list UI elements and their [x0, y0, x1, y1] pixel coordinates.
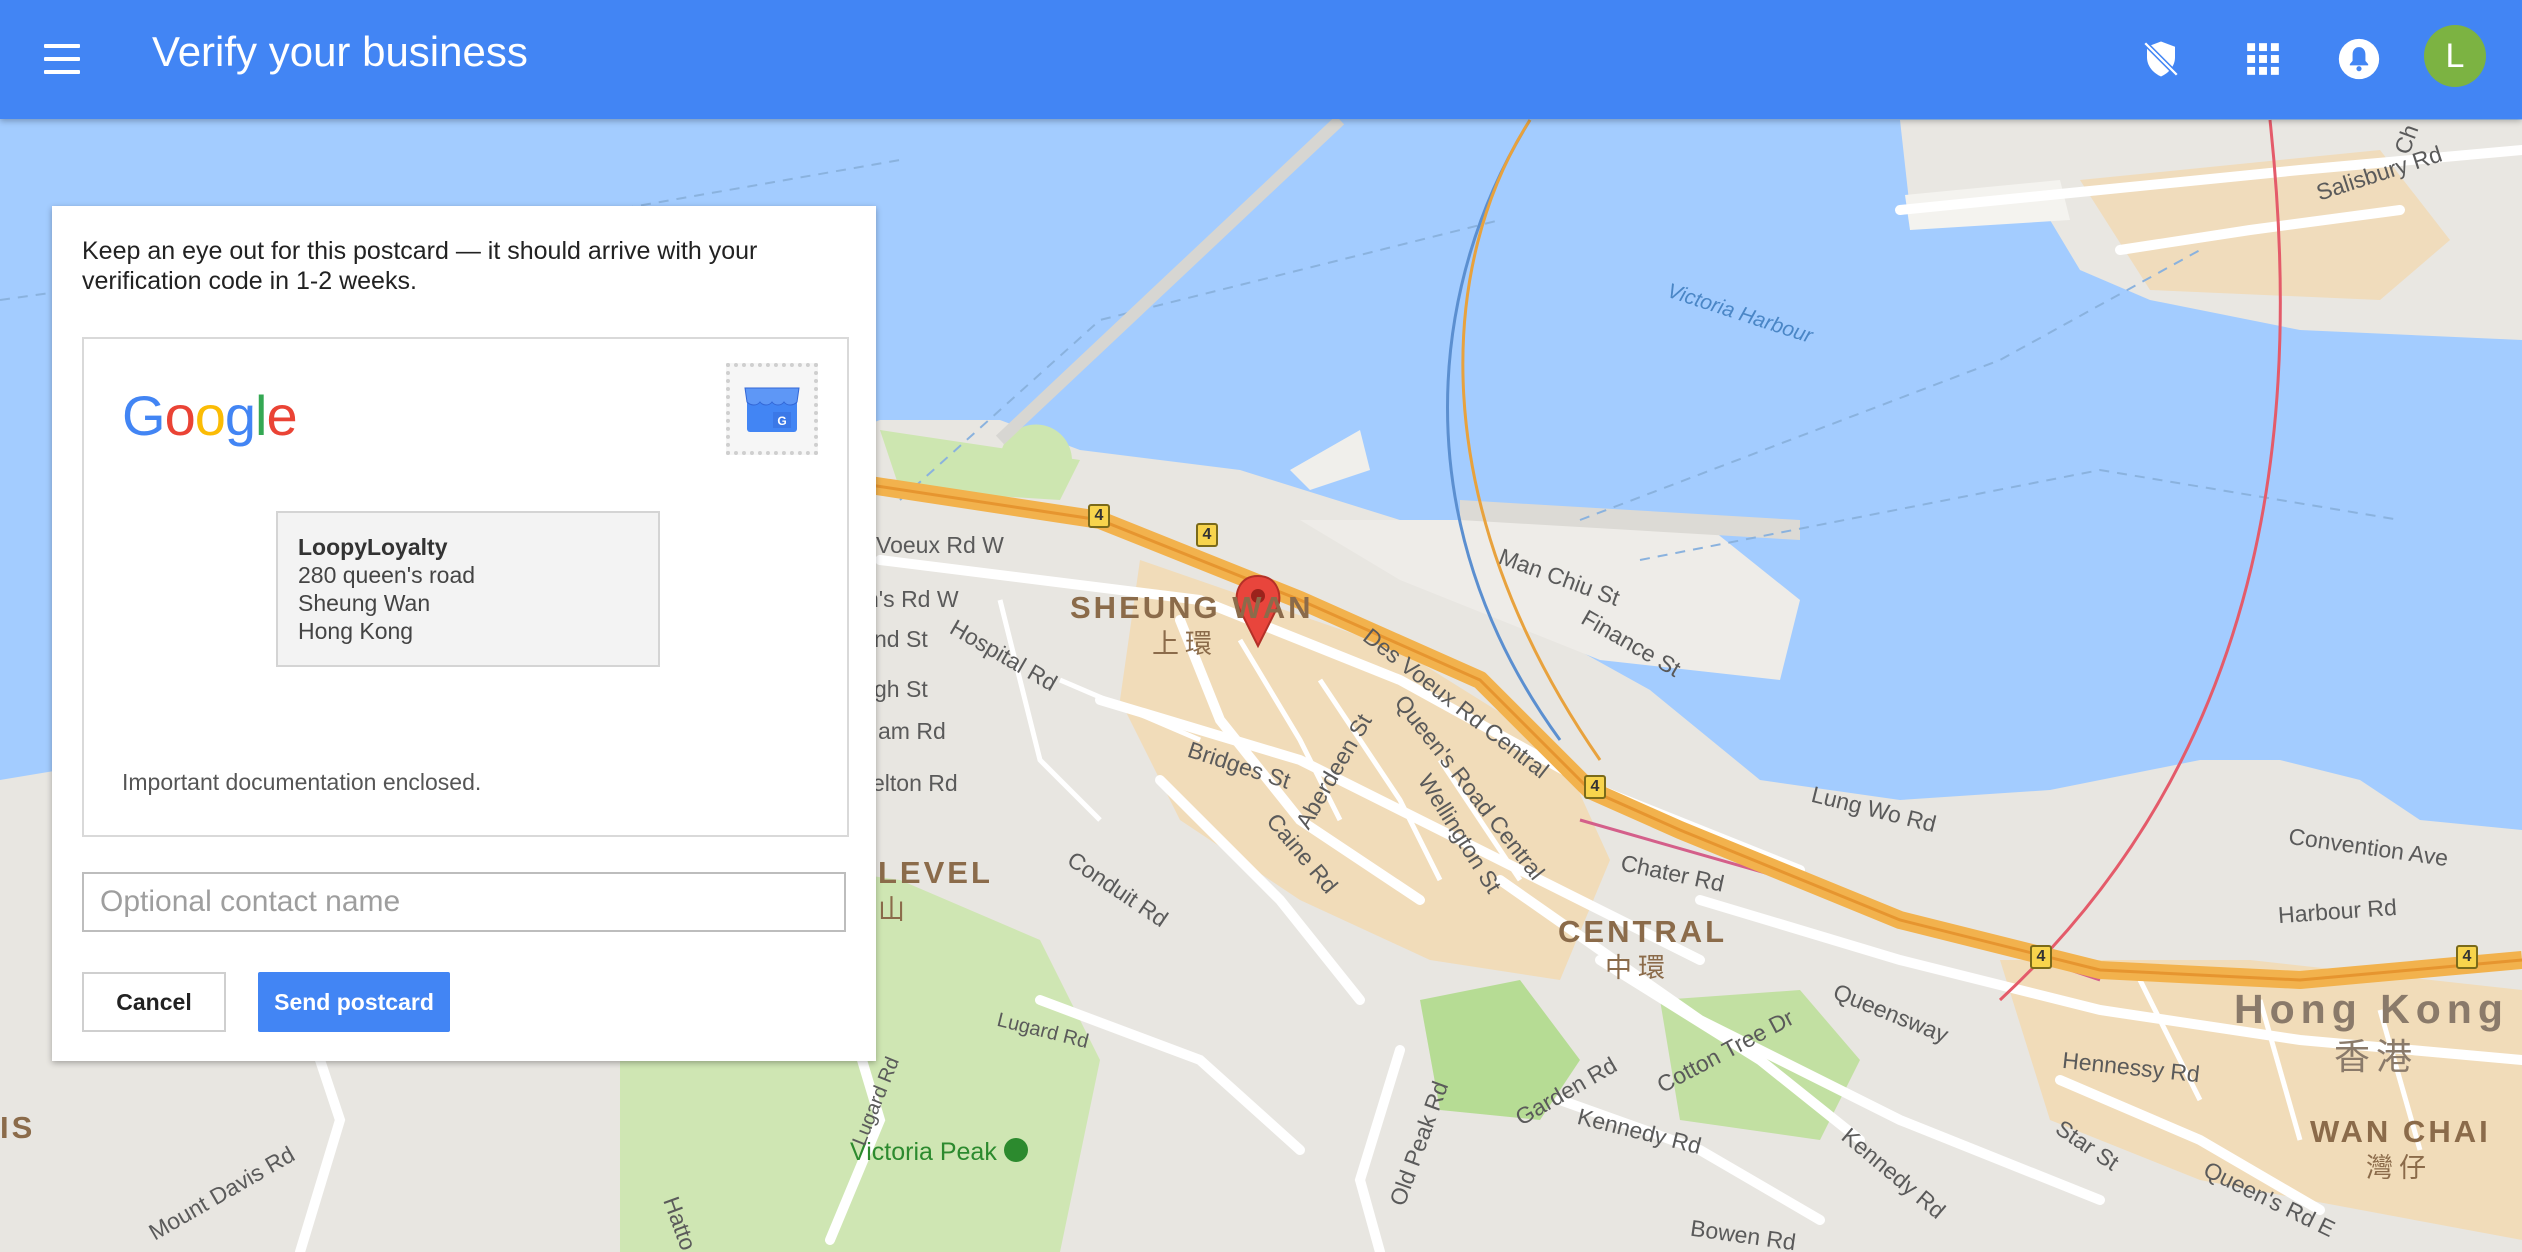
contact-name-input[interactable]	[82, 872, 846, 932]
business-name: LoopyLoyalty	[298, 534, 448, 560]
shield-off-icon[interactable]	[2132, 30, 2190, 88]
svg-text:G: G	[777, 414, 786, 428]
district-label-central: CENTRAL	[1558, 914, 1728, 949]
district-label-fragment: IS	[0, 1110, 36, 1145]
address-line: Sheung Wan	[298, 590, 431, 616]
highway-shield: 4	[1196, 523, 1218, 547]
menu-icon[interactable]	[38, 36, 86, 84]
highway-shield: 4	[1584, 775, 1606, 799]
notifications-bell-icon[interactable]	[2330, 30, 2388, 88]
app-bar: Verify your business L	[0, 0, 2522, 119]
highway-shield: 4	[2030, 945, 2052, 969]
district-label-sheung-wan: SHEUNG WAN	[1070, 590, 1314, 625]
google-my-business-icon: G	[726, 363, 818, 455]
road-label: n's Rd W	[866, 586, 959, 612]
postcard-preview: Google G LoopyLoyalty 280 queen's road S…	[82, 337, 849, 837]
district-label-wan-chai-zh: 灣仔	[2366, 1153, 2432, 1183]
district-label-level-zh: 山	[878, 895, 911, 925]
district-label-hong-kong: Hong Kong	[2234, 986, 2509, 1032]
highway-shield: 4	[1088, 504, 1110, 528]
page-title: Verify your business	[152, 28, 528, 75]
address-line: 280 queen's road	[298, 562, 476, 588]
road-label: Voeux Rd W	[876, 532, 1004, 558]
intro-text: Keep an eye out for this postcard — it s…	[82, 237, 758, 295]
documentation-note: Important documentation enclosed.	[122, 769, 482, 795]
road-label: elton Rd	[872, 770, 958, 796]
district-label-wan-chai: WAN CHAI	[2310, 1114, 2491, 1149]
district-label-hong-kong-zh: 香港	[2334, 1036, 2419, 1077]
address-block: LoopyLoyalty 280 queen's road Sheung Wan…	[276, 511, 660, 667]
avatar[interactable]: L	[2424, 25, 2486, 87]
highway-shield: 4	[2456, 945, 2478, 969]
cancel-button[interactable]: Cancel	[82, 972, 226, 1032]
park-icon	[1004, 1138, 1028, 1162]
address-line: Hong Kong	[298, 618, 414, 644]
district-label-sheung-wan-zh: 上環	[1152, 629, 1218, 659]
apps-grid-icon[interactable]	[2234, 30, 2292, 88]
verify-dialog: Keep an eye out for this postcard — it s…	[52, 206, 876, 1061]
district-label-central-zh: 中環	[1605, 953, 1671, 983]
google-logo: Google	[122, 384, 298, 447]
road-label: gh St	[874, 676, 928, 702]
road-label: am Rd	[878, 718, 946, 744]
road-label: nd St	[874, 626, 928, 652]
district-label-level: LEVEL	[878, 855, 993, 890]
send-postcard-button[interactable]: Send postcard	[258, 972, 450, 1032]
